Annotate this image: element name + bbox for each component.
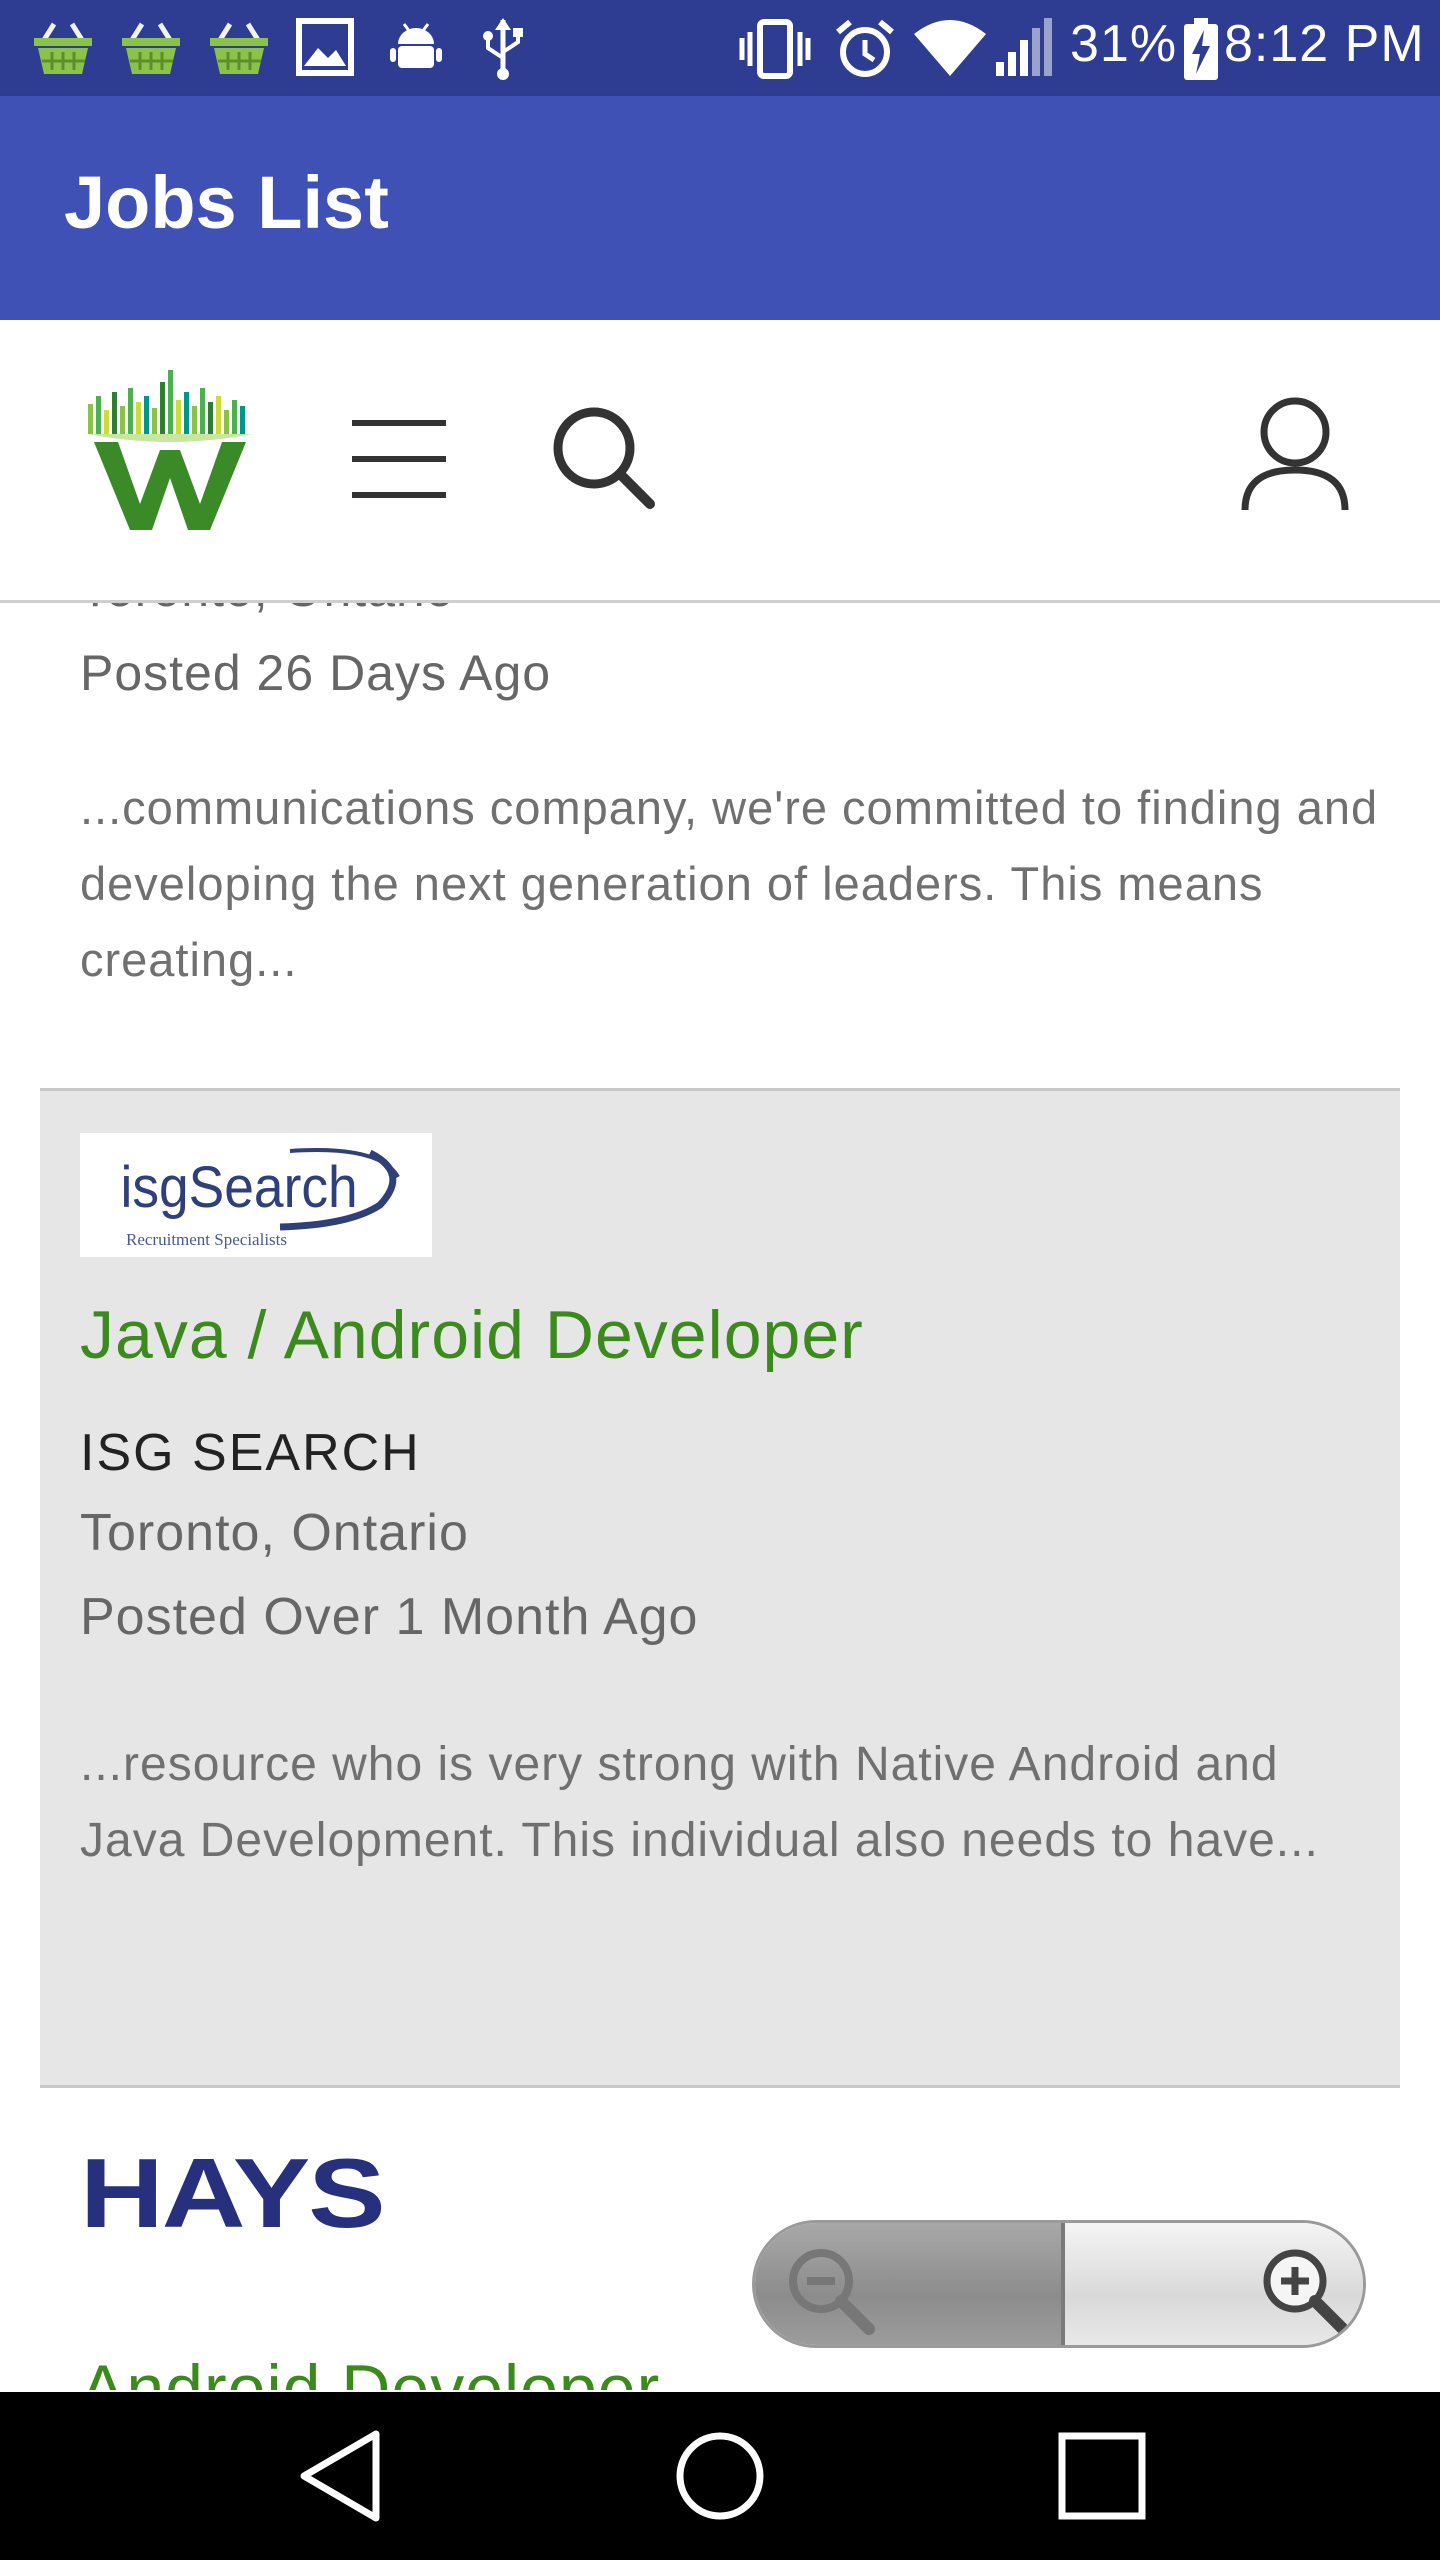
isgsearch-logo: isgSearch Recruitment Specialists xyxy=(120,1148,400,1249)
zoom-in-button[interactable] xyxy=(1065,2223,1363,2345)
wifi-icon xyxy=(914,20,986,76)
battery-percentage: 31% xyxy=(1070,15,1178,73)
basket-icon xyxy=(210,22,268,74)
status-bar: 31% 8:12 PM xyxy=(0,0,1440,96)
zoom-out-button[interactable] xyxy=(755,2223,1061,2345)
zoom-out-icon xyxy=(789,2249,875,2335)
list-item[interactable]: isgSearch Recruitment Specialists Java /… xyxy=(40,1088,1400,2088)
job-snippet: ...resource who is very strong with Nati… xyxy=(80,1738,1319,1867)
zoom-in-icon xyxy=(1263,2249,1349,2335)
job-posted-date: Posted Over 1 Month Ago xyxy=(80,1588,699,1646)
basket-icon xyxy=(122,22,180,74)
job-list: Toronto, Ontario Posted 26 Days Ago ...c… xyxy=(0,520,1440,2390)
page-title: Jobs List xyxy=(64,161,389,244)
alarm-icon xyxy=(836,19,894,77)
home-icon[interactable] xyxy=(672,2426,768,2526)
search-icon[interactable] xyxy=(550,404,656,510)
job-title-link[interactable]: Android Developer xyxy=(80,2350,660,2390)
recents-icon[interactable] xyxy=(1056,2426,1148,2526)
job-posted-date: Posted 26 Days Ago xyxy=(80,645,552,701)
logo-text: isgSearch xyxy=(120,1155,357,1220)
signal-icon xyxy=(996,18,1052,76)
logo-subtext: Recruitment Specialists xyxy=(126,1230,287,1249)
app-bar: Jobs List xyxy=(0,96,1440,320)
workopolis-logo[interactable] xyxy=(80,366,260,536)
account-icon[interactable] xyxy=(1240,396,1350,512)
battery-charging-icon xyxy=(1184,18,1218,80)
site-header xyxy=(0,320,1440,603)
image-icon xyxy=(296,18,354,76)
usb-icon xyxy=(483,18,523,80)
navigation-bar xyxy=(0,2392,1440,2560)
company-logo[interactable]: isgSearch Recruitment Specialists xyxy=(80,1133,432,1257)
company-name: ISG SEARCH xyxy=(80,1424,421,1482)
zoom-control xyxy=(752,2220,1366,2348)
job-title-link[interactable]: Java / Android Developer xyxy=(80,1296,864,1374)
job-snippet: ...communications company, we're committ… xyxy=(80,781,1379,986)
back-icon[interactable] xyxy=(296,2426,386,2526)
menu-icon[interactable] xyxy=(352,414,446,504)
vibrate-icon xyxy=(739,19,811,79)
android-debug-icon xyxy=(390,23,442,68)
clock: 8:12 PM xyxy=(1224,15,1425,73)
company-logo[interactable]: HAYS xyxy=(80,2136,386,2250)
basket-icon xyxy=(34,22,92,74)
job-location: Toronto, Ontario xyxy=(80,1504,469,1562)
